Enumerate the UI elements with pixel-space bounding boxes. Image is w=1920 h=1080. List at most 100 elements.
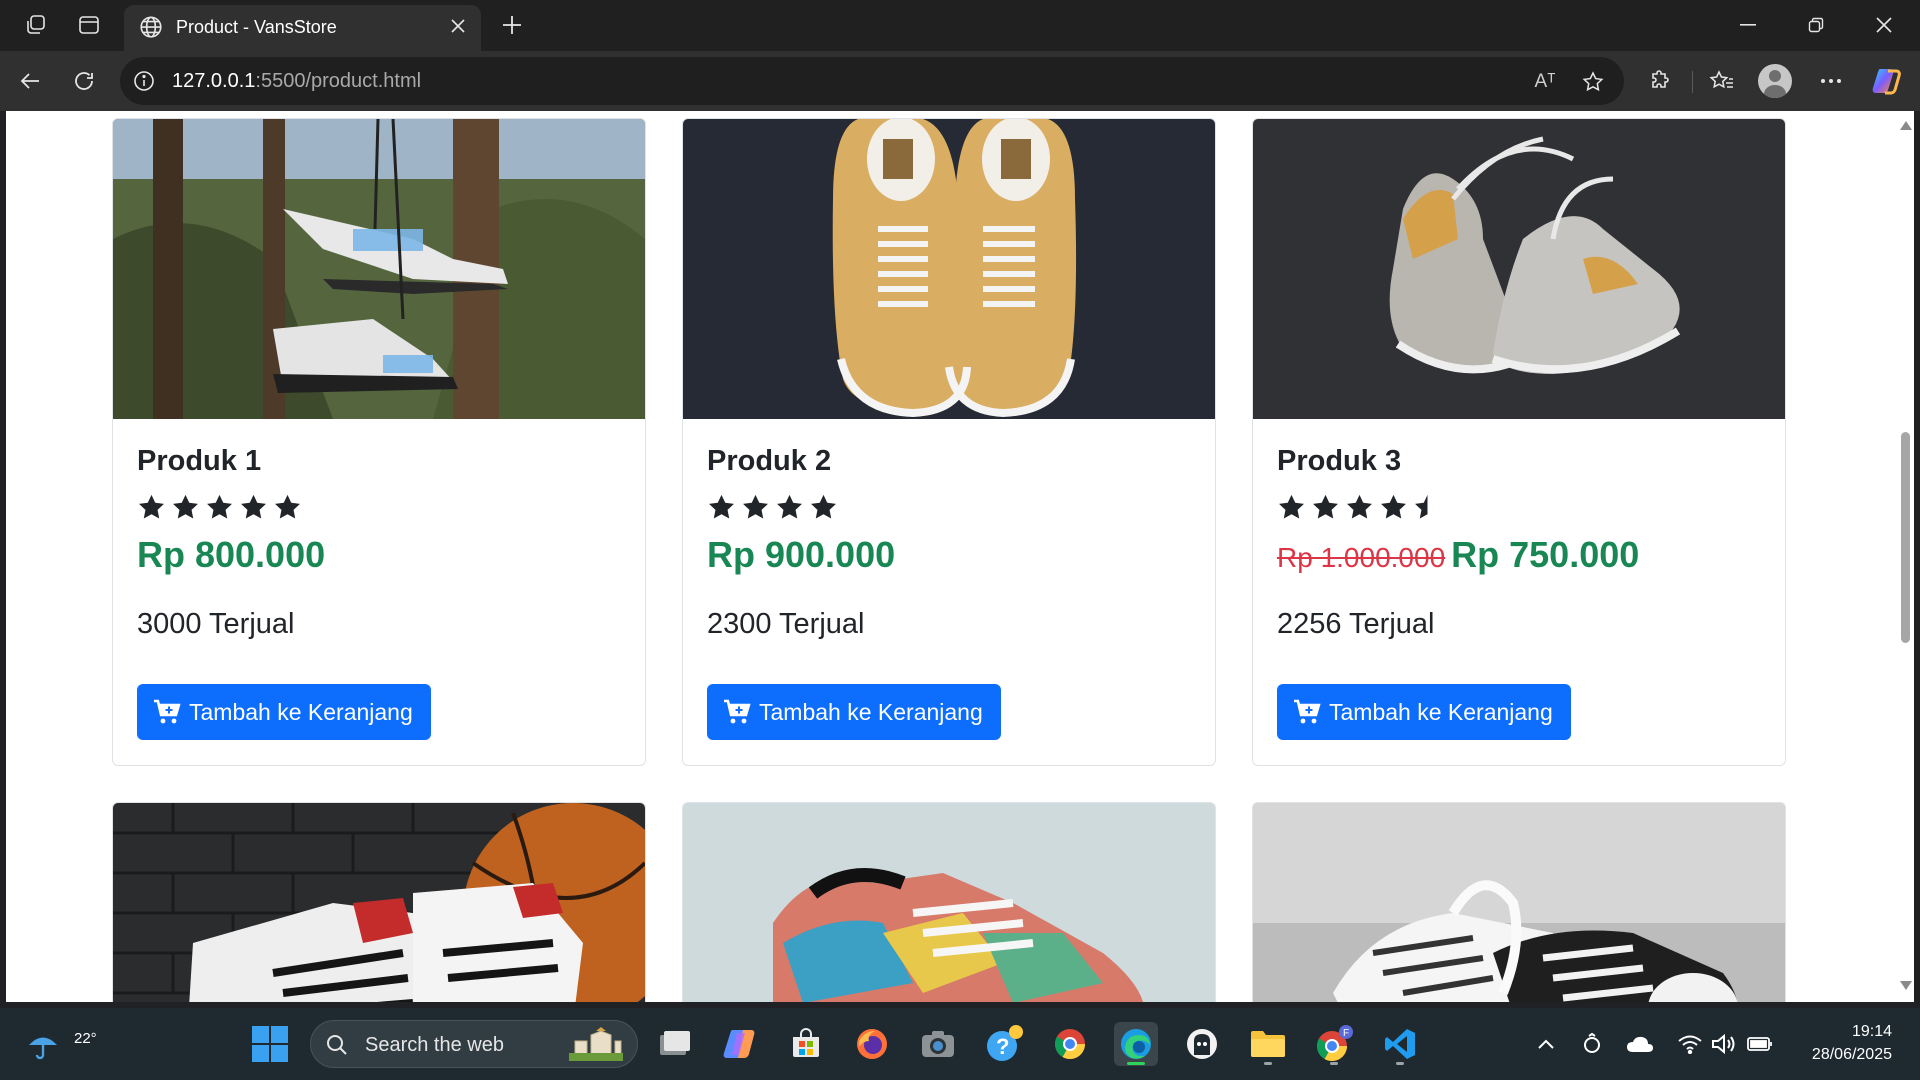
copilot-app-icon[interactable] — [718, 1022, 762, 1066]
back-arrow-icon[interactable] — [11, 62, 49, 100]
product-price: Rp 800.000 — [137, 534, 325, 576]
sold-count: 2300 Terjual — [707, 608, 865, 640]
product-price: Rp 1.000.000 Rp 750.000 — [1277, 534, 1639, 576]
search-placeholder: Search the web — [365, 1034, 504, 1056]
refresh-icon[interactable] — [65, 62, 103, 100]
sold-count: 3000 Terjual — [137, 608, 295, 640]
running-app-indicator — [1264, 1062, 1272, 1065]
search-icon — [325, 1033, 349, 1062]
toolbar-separator — [1692, 71, 1693, 93]
microsoft-store-icon[interactable] — [784, 1022, 828, 1066]
cart-plus-icon — [724, 699, 751, 724]
firefox-icon[interactable] — [850, 1022, 894, 1066]
new-tab-icon[interactable] — [496, 10, 528, 40]
tab-actions-icon[interactable] — [73, 10, 105, 40]
github-desktop-icon[interactable] — [1180, 1022, 1224, 1066]
scroll-up-arrow-icon[interactable] — [1900, 121, 1912, 130]
extensions-icon[interactable] — [1641, 62, 1679, 100]
star-icon — [811, 494, 836, 519]
star-icon — [173, 494, 198, 519]
svg-text:?: ? — [996, 1034, 1009, 1059]
star-icon — [139, 494, 164, 519]
restore-icon[interactable] — [1788, 6, 1844, 44]
star-icon — [1381, 494, 1406, 519]
onedrive-cloud-icon[interactable] — [1626, 1030, 1654, 1058]
wifi-icon[interactable] — [1676, 1030, 1704, 1058]
close-window-icon[interactable] — [1856, 6, 1912, 44]
task-view-icon[interactable] — [653, 1022, 697, 1066]
edge-icon[interactable] — [1114, 1022, 1158, 1066]
battery-icon[interactable] — [1746, 1030, 1774, 1058]
sold-count: 2256 Terjual — [1277, 608, 1435, 640]
system-clock[interactable]: 19:14 28/06/2025 — [1812, 1020, 1892, 1066]
chrome-profile-icon[interactable]: F — [1312, 1022, 1356, 1066]
minimize-icon[interactable] — [1720, 6, 1776, 44]
file-explorer-icon[interactable] — [1246, 1022, 1290, 1066]
chrome-icon[interactable] — [1048, 1022, 1092, 1066]
address-bar[interactable]: 127.0.0.1:5500/product.html Aᵀ — [120, 57, 1624, 105]
favorites-icon[interactable] — [1703, 62, 1741, 100]
chevron-up-icon[interactable] — [1532, 1030, 1560, 1058]
weather-widget[interactable]: 22° — [26, 1018, 97, 1068]
star-icon — [709, 494, 734, 519]
price-value: Rp 750.000 — [1451, 534, 1640, 575]
sync-icon[interactable] — [1578, 1030, 1606, 1058]
read-aloud-icon[interactable]: Aᵀ — [1530, 67, 1560, 97]
camera-icon[interactable] — [916, 1022, 960, 1066]
product-name: Produk 2 — [707, 445, 832, 477]
product-image — [683, 119, 1215, 419]
product-card — [1252, 802, 1786, 1002]
url-text[interactable]: 127.0.0.1:5500/product.html — [172, 70, 421, 93]
add-to-cart-label: Tambah ke Keranjang — [759, 698, 983, 725]
product-card: Produk 3 Rp 1.000.000 Rp 750.000 2256 Ter… — [1252, 118, 1786, 766]
page-viewport: Produk 1 Rp 800.000 3000 Terjual Tambah … — [6, 111, 1896, 1002]
product-card: Produk 1 Rp 800.000 3000 Terjual Tambah … — [112, 118, 646, 766]
volume-icon[interactable] — [1710, 1030, 1738, 1058]
star-icon — [241, 494, 266, 519]
product-image — [113, 803, 645, 1002]
close-tab-icon[interactable] — [445, 13, 471, 39]
workspaces-icon[interactable] — [20, 10, 52, 40]
add-to-cart-button[interactable]: Tambah ke Keranjang — [137, 684, 431, 740]
add-to-cart-label: Tambah ke Keranjang — [1329, 698, 1553, 725]
product-price: Rp 900.000 — [707, 534, 895, 576]
url-host: 127.0.0.1 — [172, 70, 256, 92]
add-to-cart-label: Tambah ke Keranjang — [189, 698, 413, 725]
browser-toolbar: 127.0.0.1:5500/product.html Aᵀ — [0, 51, 1920, 111]
get-help-icon[interactable]: ? — [982, 1022, 1026, 1066]
globe-icon — [138, 14, 164, 45]
start-button[interactable] — [248, 1022, 292, 1066]
more-menu-icon[interactable] — [1812, 62, 1850, 100]
old-price: Rp 1.000.000 — [1277, 542, 1446, 573]
add-to-cart-button[interactable]: Tambah ke Keranjang — [707, 684, 1001, 740]
page-scrollbar[interactable] — [1896, 111, 1914, 1002]
add-to-cart-button[interactable]: Tambah ke Keranjang — [1277, 684, 1571, 740]
star-icon — [1279, 494, 1304, 519]
star-icon — [1347, 494, 1372, 519]
product-image — [683, 803, 1215, 1002]
taskbar-search[interactable]: Search the web — [310, 1020, 638, 1068]
favorite-star-icon[interactable] — [1578, 67, 1608, 97]
star-icon — [743, 494, 768, 519]
window-edge — [1914, 111, 1920, 1002]
svg-text:F: F — [1343, 1028, 1349, 1039]
product-card: Produk 2 Rp 900.000 2300 Terjual Tambah … — [682, 118, 1216, 766]
site-info-icon[interactable] — [132, 69, 156, 98]
copilot-icon[interactable] — [1867, 62, 1905, 100]
weather-temperature: 22° — [74, 1030, 97, 1047]
url-path: :5500/product.html — [255, 70, 422, 92]
browser-tab-bar: Product - VansStore — [0, 0, 1920, 51]
scrollbar-thumb[interactable] — [1901, 432, 1910, 643]
profile-avatar[interactable] — [1758, 64, 1792, 98]
cart-plus-icon — [154, 699, 181, 724]
scroll-down-arrow-icon[interactable] — [1900, 981, 1912, 990]
product-name: Produk 1 — [137, 445, 262, 477]
active-app-indicator — [1127, 1062, 1145, 1065]
product-card — [682, 802, 1216, 1002]
running-app-indicator — [1396, 1062, 1404, 1065]
tab-title: Product - VansStore — [176, 17, 337, 37]
running-app-indicator — [1330, 1062, 1338, 1065]
tab-product-vansstore[interactable]: Product - VansStore — [124, 5, 481, 51]
product-card — [112, 802, 646, 1002]
vscode-icon[interactable] — [1378, 1022, 1422, 1066]
